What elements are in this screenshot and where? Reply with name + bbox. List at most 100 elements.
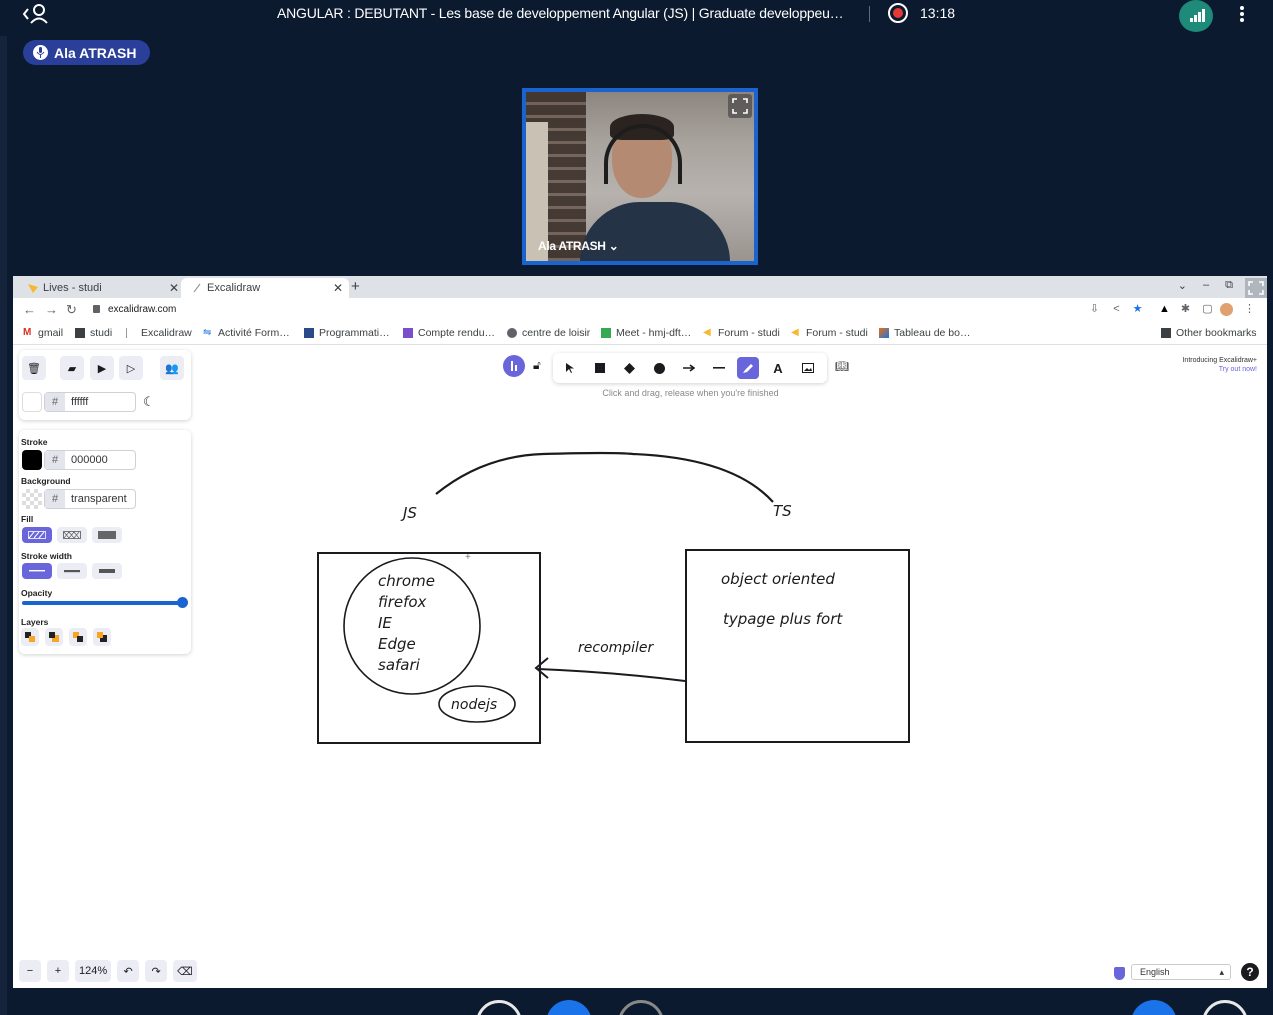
connector-arc <box>435 451 774 503</box>
ts-feature-typing: typage plus fort <box>723 610 843 628</box>
browser-menu-icon[interactable]: ⋮ <box>1243 303 1256 316</box>
bookmark-studi[interactable]: studi <box>75 327 112 339</box>
url-text: excalidraw.com <box>108 304 177 315</box>
angular-extension-icon[interactable]: ▲ <box>1158 303 1171 316</box>
recompiler-label: recompiler <box>578 640 655 656</box>
title-divider <box>869 6 870 22</box>
recompile-arrowhead <box>534 657 549 679</box>
studi-tab-icon <box>28 284 38 293</box>
restore-icon[interactable]: ⧉ <box>1225 279 1233 292</box>
left-edge-strip <box>0 36 7 1015</box>
share-icon[interactable]: < <box>1110 303 1123 316</box>
zoom-level[interactable]: 124% <box>75 960 112 982</box>
gmail-icon: M <box>23 327 32 338</box>
active-speaker-chip: Ala ATRASH <box>23 40 151 65</box>
ts-feature-oop: object oriented <box>721 570 835 588</box>
excalidraw-icon <box>126 328 136 338</box>
participant-video-tile[interactable]: Ala ATRASH ⌄ <box>522 88 758 265</box>
other-bookmarks[interactable]: Other bookmarks <box>1161 327 1257 339</box>
speaker-name: Ala ATRASH <box>54 44 137 61</box>
excalidraw-canvas[interactable]: 🗑 ▰ ▶ ▷ 👥 # ffffff ☾ Stroke #000000 Backg… <box>13 346 1267 988</box>
bookmark-activite[interactable]: ⇋ Activité Form… <box>203 327 290 339</box>
meet-top-bar: ANGULAR : DEBUTANT - Les base de develop… <box>0 0 1273 32</box>
bookmark-forum-2[interactable]: ◀ Forum - studi <box>791 327 868 339</box>
studi-icon: ◀ <box>791 327 799 338</box>
video-participant-name: Ala ATRASH ⌄ <box>538 239 619 253</box>
studi-icon: ◀ <box>703 327 711 338</box>
undo-icon[interactable]: ↶ <box>117 960 140 982</box>
bookmark-tableau[interactable]: Tableau de bo… <box>879 327 970 339</box>
camera-toggle-button[interactable] <box>546 1000 592 1015</box>
browser-safari: safari <box>378 656 421 674</box>
folder-icon <box>1161 328 1171 338</box>
chat-button[interactable] <box>1131 1000 1177 1015</box>
crosshair-cursor-icon: + <box>465 552 471 563</box>
bookmark-star-icon[interactable]: ★ <box>1131 303 1144 316</box>
tableau-icon <box>879 328 889 338</box>
bookmark-forum-1[interactable]: ◀ Forum - studi <box>703 327 780 339</box>
share-screen-button[interactable] <box>618 1000 664 1015</box>
excalidraw-tab-icon <box>193 283 201 293</box>
new-tab-button[interactable]: + <box>351 278 360 296</box>
encryption-shield-icon <box>1114 967 1125 980</box>
url-field[interactable]: excalidraw.com <box>93 304 176 315</box>
window-controls: ⌄ – ⧉ <box>1178 279 1233 292</box>
more-options-icon[interactable] <box>1234 2 1250 26</box>
zoom-controls: − + 124% ↶ ↷ ⌫ <box>19 960 197 982</box>
bookmark-gmail[interactable]: Mgmail <box>23 327 63 339</box>
forward-icon[interactable]: → <box>45 302 58 317</box>
meeting-title: ANGULAR : DEBUTANT - Les base de develop… <box>277 5 844 21</box>
close-tab-icon[interactable]: ✕ <box>169 278 179 298</box>
address-bar: ← → ↻ excalidraw.com ⇩ < ★ ▲ ✱ ▢ ⋮ <box>13 298 1267 323</box>
tab-excalidraw[interactable]: Excalidraw ✕ <box>181 278 349 298</box>
minimize-icon[interactable]: – <box>1203 279 1209 292</box>
eraser-icon[interactable]: ⌫ <box>173 960 197 982</box>
activity-icon: ⇋ <box>203 327 212 338</box>
bookmarks-bar: Mgmail studi Excalidraw ⇋ Activité Form… … <box>13 323 1267 345</box>
browser-ie: IE <box>378 614 392 632</box>
meeting-clock: 13:18 <box>920 5 956 21</box>
tab-lives-studi[interactable]: Lives - studi ✕ <box>17 278 185 298</box>
extensions-icon[interactable]: ✱ <box>1179 303 1192 316</box>
form-icon <box>403 328 413 338</box>
browser-chrome: chrome <box>378 572 435 590</box>
bookmark-compte-rendu[interactable]: Compte rendu… <box>403 327 495 339</box>
close-tab-icon[interactable]: ✕ <box>333 278 343 298</box>
fullscreen-share-icon[interactable] <box>1245 278 1267 298</box>
info-button[interactable] <box>1202 1000 1248 1015</box>
folder-icon <box>75 328 85 338</box>
tab-label: Lives - studi <box>43 282 102 294</box>
bookmark-meet[interactable]: Meet - hmj-dft… <box>601 327 691 339</box>
browser-firefox: firefox <box>378 593 427 611</box>
participants-icon[interactable] <box>22 2 50 26</box>
back-icon[interactable]: ← <box>23 302 36 317</box>
globe-icon <box>507 328 517 338</box>
redo-icon[interactable]: ↷ <box>145 960 168 982</box>
zoom-out-button[interactable]: − <box>19 960 41 982</box>
tab-strip: Lives - studi ✕ Excalidraw ✕ + ⌄ – ⧉ <box>13 276 1267 298</box>
language-select[interactable]: English ▴ <box>1131 964 1231 980</box>
program-icon <box>304 328 314 338</box>
connection-signal-icon[interactable] <box>1179 0 1213 32</box>
side-panel-icon[interactable]: ▢ <box>1201 303 1214 316</box>
lock-icon <box>93 305 100 313</box>
drawing-layer: JS TS chrome firefox IE Edge safari node… <box>317 451 910 744</box>
js-label: JS <box>400 504 417 522</box>
mic-toggle-button[interactable] <box>476 1000 522 1015</box>
help-icon[interactable]: ? <box>1241 963 1259 981</box>
bookmark-centre-loisir[interactable]: centre de loisir <box>507 327 590 339</box>
reload-icon[interactable]: ↻ <box>66 302 77 318</box>
bookmark-programmation[interactable]: Programmati… <box>304 327 390 339</box>
recording-icon <box>888 3 908 23</box>
bookmark-excalidraw[interactable]: Excalidraw <box>126 327 192 339</box>
recompile-arrow <box>537 668 686 682</box>
meet-icon <box>601 328 611 338</box>
install-app-icon[interactable]: ⇩ <box>1088 303 1101 316</box>
tab-search-icon[interactable]: ⌄ <box>1178 279 1187 292</box>
browser-edge: Edge <box>378 635 416 653</box>
profile-avatar[interactable] <box>1220 303 1233 316</box>
expand-video-icon[interactable] <box>728 94 752 118</box>
zoom-in-button[interactable]: + <box>47 960 69 982</box>
ts-label: TS <box>773 502 792 520</box>
tab-label: Excalidraw <box>207 282 261 294</box>
